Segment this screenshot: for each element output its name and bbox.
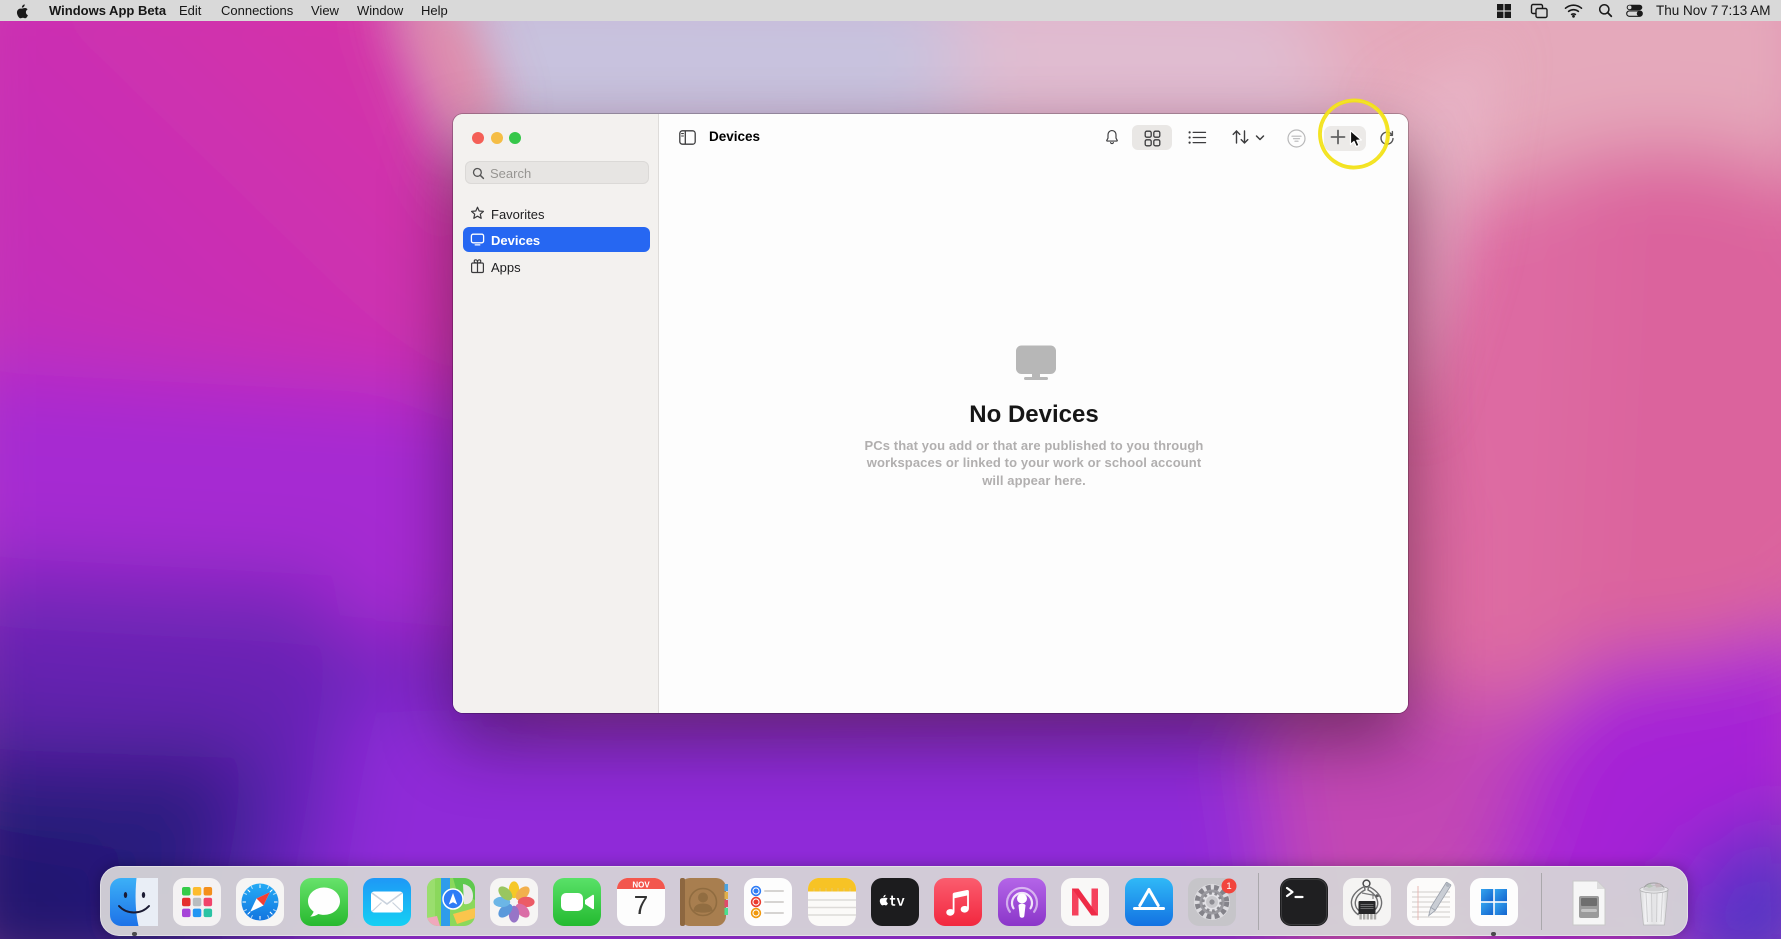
svg-text:7: 7: [634, 890, 648, 920]
svg-text:NOV: NOV: [632, 881, 650, 890]
svg-text:1: 1: [1226, 881, 1231, 892]
